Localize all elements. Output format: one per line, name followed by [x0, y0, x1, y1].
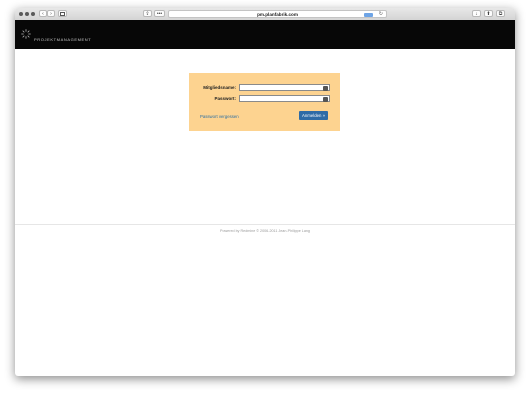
zoom-window-icon[interactable] — [31, 12, 35, 16]
sidebar-icon — [60, 12, 65, 16]
sidebar-toggle-button[interactable] — [58, 10, 67, 17]
forgot-password-link[interactable]: Passwort vergessen — [200, 114, 239, 119]
share-page-button[interactable]: ⬆ — [484, 10, 493, 17]
extension-badge-icon[interactable] — [364, 12, 373, 17]
back-button[interactable]: ‹ — [39, 10, 47, 17]
share-button[interactable]: ⇪ — [143, 10, 152, 17]
app-header — [15, 20, 515, 49]
url-text: pm.planfabrik.com — [257, 12, 298, 17]
share-icon: ⇪ — [145, 11, 150, 17]
reload-icon[interactable]: ↻ — [379, 11, 383, 18]
login-button[interactable]: Anmelden » — [299, 111, 328, 120]
password-field[interactable] — [239, 95, 330, 102]
tabs-overview-button[interactable]: ⧉ — [496, 10, 505, 17]
address-bar[interactable]: pm.planfabrik.com ↻ — [168, 10, 387, 18]
app-title: PROJEKTMANAGEMENT — [34, 37, 92, 42]
reader-button[interactable]: ••• — [154, 10, 165, 17]
login-form: Mitgliedsname: Passwort: Passwort verges… — [189, 73, 340, 131]
footer-text: Powered by Redmine © 2006-2011 Jean-Phil… — [220, 229, 310, 233]
close-window-icon[interactable] — [19, 12, 23, 16]
browser-window: ‹ › ⇪ ••• pm.planfabrik.com ↻ ↓ ⬆ ⧉ PROJ… — [15, 8, 515, 376]
downloads-button[interactable]: ↓ — [472, 10, 481, 17]
keychain-icon[interactable] — [323, 96, 328, 102]
password-label: Passwort: — [214, 96, 236, 101]
sunburst-logo-icon — [21, 29, 31, 39]
username-field[interactable] — [239, 84, 330, 91]
minimize-window-icon[interactable] — [25, 12, 29, 16]
keychain-icon[interactable] — [323, 85, 328, 91]
username-label: Mitgliedsname: — [203, 85, 236, 90]
footer-divider — [15, 224, 515, 225]
forward-button[interactable]: › — [47, 10, 55, 17]
